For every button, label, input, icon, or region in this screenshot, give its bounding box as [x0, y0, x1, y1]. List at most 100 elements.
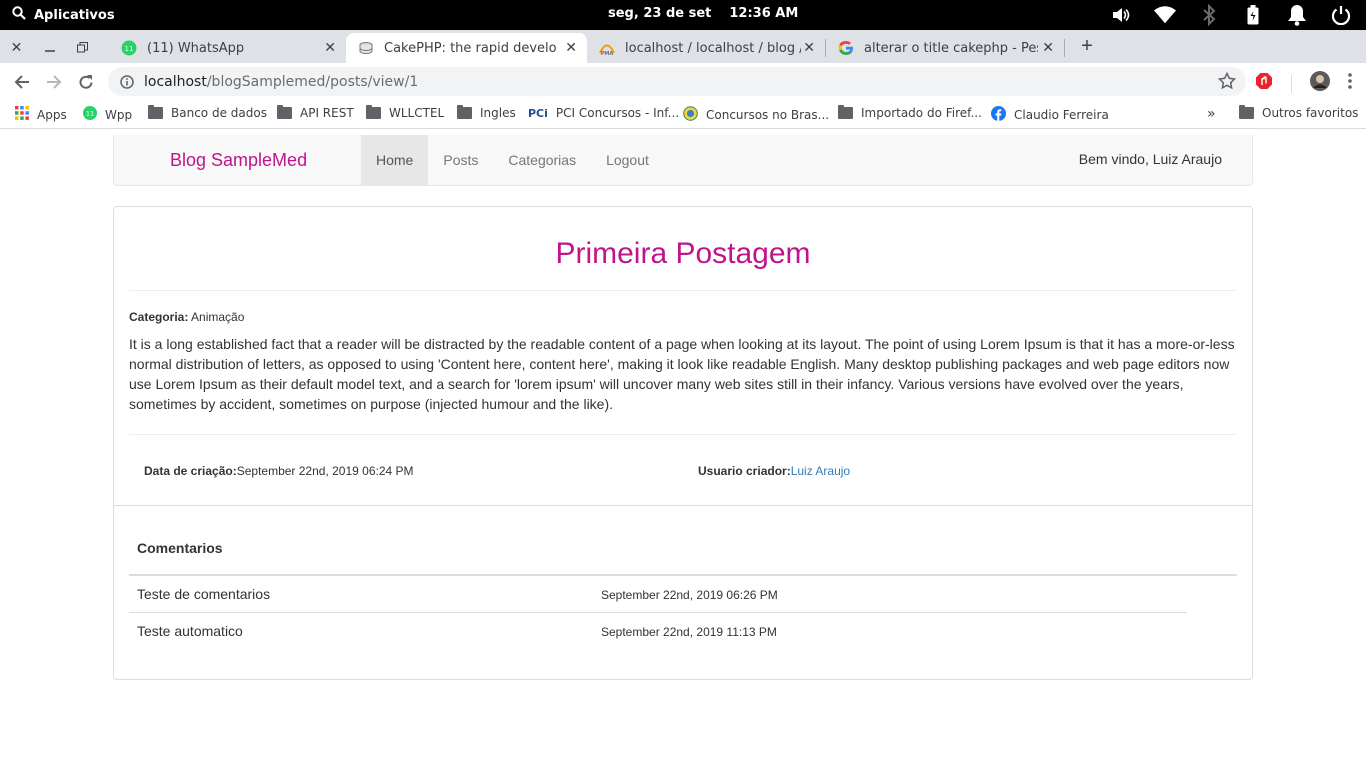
bookmark-banco-de-dados[interactable]: Banco de dados [148, 105, 267, 120]
folder-icon [457, 105, 472, 119]
site-info-icon[interactable] [120, 74, 134, 89]
window-restore-icon[interactable] [66, 37, 99, 57]
whatsapp-icon: 11 [83, 106, 97, 123]
bookmark-api-rest[interactable]: API REST [277, 105, 354, 120]
bookmark-importado-firefox[interactable]: Importado do Firef... [838, 105, 982, 120]
system-top-bar: Aplicativos seg, 23 de set 12:36 AM [0, 0, 1366, 30]
apps-grid-icon [15, 106, 29, 123]
tab-close-icon[interactable]: ✕ [324, 40, 336, 56]
svg-text:11: 11 [125, 45, 134, 53]
bookmark-star-icon[interactable] [1217, 71, 1237, 94]
clock-time: 12:36 AM [729, 6, 799, 21]
bookmark-label: Concursos no Bras... [706, 108, 830, 122]
profile-avatar-icon[interactable] [1310, 71, 1330, 96]
bookmark-label: Claudio Ferreira [1014, 108, 1109, 122]
category-value: Animação [191, 310, 245, 324]
tab-phpmyadmin[interactable]: PMA localhost / localhost / blog / pos ✕ [587, 33, 825, 63]
bookmark-apps[interactable]: Apps [15, 106, 67, 123]
author-label: Usuario criador: [698, 464, 791, 478]
toolbar-divider [1291, 74, 1292, 93]
bookmark-label: Apps [37, 107, 67, 122]
toolbar-extensions [1255, 71, 1352, 96]
folder-icon [1239, 105, 1254, 119]
activities-button[interactable]: Aplicativos [12, 6, 115, 24]
phpmyadmin-icon: PMA [599, 40, 615, 56]
window-minimize-icon[interactable] [33, 37, 66, 57]
tab-close-icon[interactable]: ✕ [803, 40, 815, 56]
bookmark-pci-concursos[interactable]: PCi PCI Concursos - Inf... [528, 106, 679, 120]
bookmark-ingles[interactable]: Ingles [457, 105, 516, 120]
bookmark-claudio-ferreira[interactable]: Claudio Ferreira [991, 106, 1109, 124]
bookmark-label: Importado do Firef... [861, 106, 982, 120]
google-icon [838, 40, 854, 56]
divider [129, 434, 1237, 435]
window-close-icon[interactable]: ✕ [0, 37, 33, 57]
tab-title: CakePHP: the rapid developme [384, 40, 556, 56]
post-body: It is a long established fact that a rea… [129, 336, 1235, 412]
bookmark-label: WLLCTEL [389, 106, 445, 120]
comment-date: September 22nd, 2019 11:13 PM [601, 625, 777, 639]
tab-strip: ✕ 11 (11) WhatsApp ✕ CakePHP: the rapid … [0, 30, 1366, 63]
bookmark-concursos-no-brasil[interactable]: Concursos no Bras... [683, 106, 829, 124]
clock[interactable]: seg, 23 de set 12:36 AM [608, 6, 798, 21]
search-icon [12, 6, 26, 24]
brand-link[interactable]: Blog SampleMed [170, 150, 307, 171]
power-icon[interactable] [1330, 4, 1352, 26]
system-tray [1110, 4, 1352, 26]
bookmark-label: Outros favoritos [1262, 106, 1359, 120]
forward-arrow-icon[interactable] [43, 71, 65, 93]
nav-links: Home Posts Categorias Logout [361, 135, 664, 185]
back-arrow-icon[interactable] [11, 71, 33, 93]
window-controls: ✕ [0, 37, 99, 57]
folder-icon [366, 105, 381, 119]
tab-cakephp[interactable]: CakePHP: the rapid developme ✕ [346, 33, 587, 63]
facebook-icon [991, 106, 1006, 124]
adblock-extension-icon[interactable] [1255, 72, 1273, 95]
tab-whatsapp[interactable]: 11 (11) WhatsApp ✕ [109, 33, 346, 63]
bookmark-label: PCI Concursos - Inf... [555, 106, 680, 120]
bookmark-label: Ingles [480, 106, 516, 120]
comment-row: Teste de comentarios September 22nd, 201… [129, 576, 1187, 613]
nav-logout[interactable]: Logout [591, 135, 664, 185]
nav-posts[interactable]: Posts [428, 135, 493, 185]
url-path: /blogSamplemed/posts/view/1 [206, 73, 419, 90]
reload-icon[interactable] [75, 71, 97, 93]
bookmarks-overflow-chevron-icon[interactable]: » [1207, 106, 1216, 122]
notifications-bell-icon[interactable] [1286, 4, 1308, 26]
post-title: Primeira Postagem [555, 237, 811, 270]
divider [129, 290, 1237, 291]
whatsapp-icon: 11 [121, 40, 137, 56]
comment-date: September 22nd, 2019 06:26 PM [601, 588, 778, 602]
menu-kebab-icon[interactable] [1348, 73, 1352, 94]
tab-title: alterar o title cakephp - Pesquis [864, 40, 1038, 56]
nav-home[interactable]: Home [361, 135, 429, 185]
created-value: September 22nd, 2019 06:24 PM [236, 464, 414, 478]
clock-date: seg, 23 de set [608, 6, 712, 21]
post-created-date: Data de criação:September 22nd, 2019 06:… [144, 464, 414, 478]
bookmark-label: Wpp [105, 107, 133, 122]
address-bar[interactable]: localhost/blogSamplemed/posts/view/1 [108, 67, 1246, 96]
nav-categorias[interactable]: Categorias [493, 135, 591, 185]
category-label: Categoria: [129, 310, 189, 324]
bookmarks-bar: Apps 11 Wpp Banco de dados API REST WLLC… [0, 100, 1366, 129]
folder-icon [148, 105, 163, 119]
bookmark-outros-favoritos[interactable]: Outros favoritos [1239, 105, 1359, 120]
new-tab-plus-icon[interactable]: + [1076, 35, 1098, 57]
battery-icon[interactable] [1242, 4, 1264, 26]
comments-heading: Comentarios [137, 540, 223, 556]
tab-close-icon[interactable]: ✕ [1042, 40, 1054, 56]
welcome-message: Bem vindo, Luiz Araujo [1078, 151, 1222, 167]
url-host: localhost [144, 73, 207, 90]
tab-google-search[interactable]: alterar o title cakephp - Pesquis ✕ [826, 33, 1064, 63]
tab-close-icon[interactable]: ✕ [565, 40, 577, 56]
bookmark-wpp[interactable]: 11 Wpp [83, 106, 132, 123]
bluetooth-icon[interactable] [1198, 4, 1220, 26]
divider [114, 505, 1252, 506]
author-link[interactable]: Luiz Araujo [791, 464, 850, 478]
wifi-icon[interactable] [1154, 4, 1176, 26]
bookmark-wllctel[interactable]: WLLCTEL [366, 105, 445, 120]
comment-row: Teste automatico September 22nd, 2019 11… [129, 613, 1187, 650]
browser-toolbar: localhost/blogSamplemed/posts/view/1 [0, 63, 1366, 100]
tab-title: localhost / localhost / blog / pos [625, 40, 801, 56]
volume-icon[interactable] [1110, 4, 1132, 26]
